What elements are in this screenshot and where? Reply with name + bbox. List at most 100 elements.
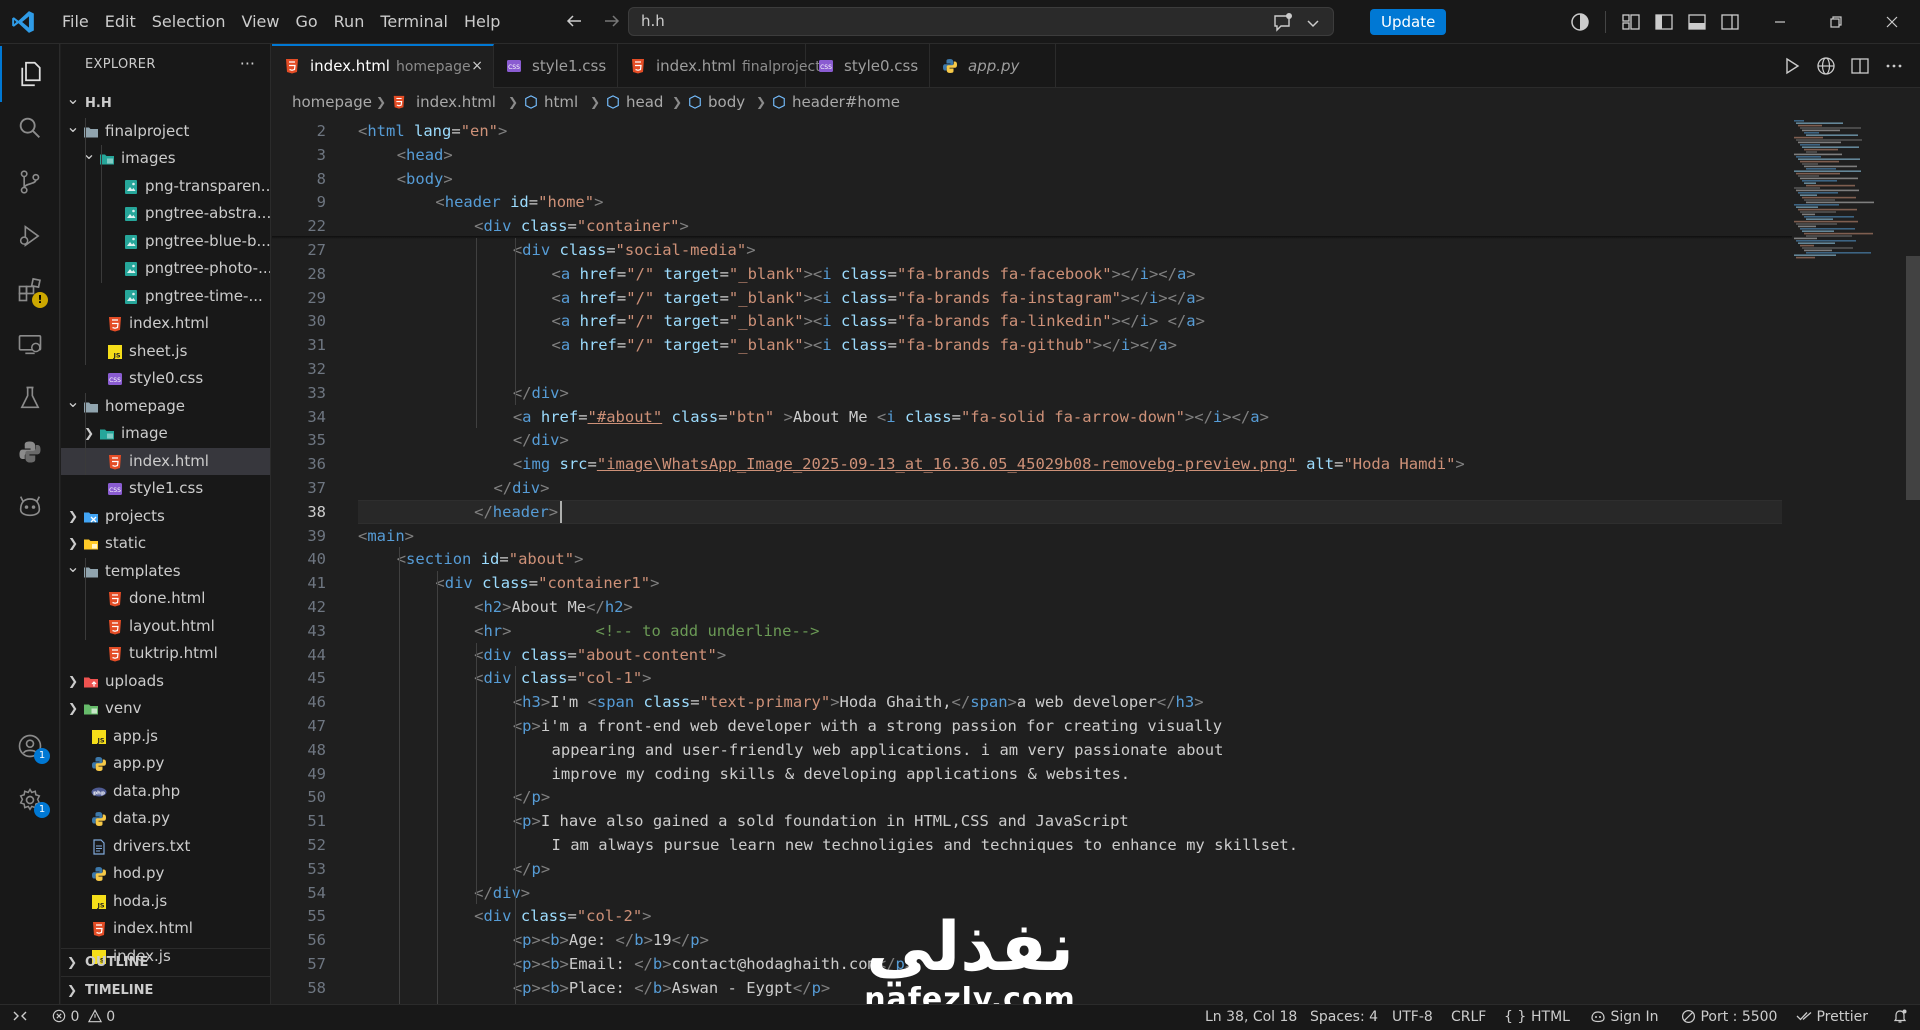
breadcrumb-header-home[interactable]: header#home	[792, 88, 900, 116]
activity-search[interactable]	[0, 100, 60, 156]
activity-source-control[interactable]	[0, 154, 60, 210]
encoding[interactable]: UTF-8	[1392, 1005, 1433, 1030]
toggle-panel-icon[interactable]	[1685, 10, 1709, 34]
chevron-down-icon[interactable]	[1301, 11, 1325, 35]
menu-file[interactable]: File	[54, 0, 97, 44]
activity-run-debug[interactable]	[0, 208, 60, 264]
tab-index-html[interactable]: index.html finalproject	[618, 44, 821, 88]
activity-extensions[interactable]: !	[0, 262, 60, 318]
indentation[interactable]: Spaces: 4	[1310, 1005, 1378, 1030]
toggle-secondary-sidebar-icon[interactable]	[1718, 10, 1742, 34]
tree-item[interactable]: ❯ uploads	[61, 668, 270, 696]
tab-style1-css[interactable]: CSS style1.css	[494, 44, 618, 88]
tree-item[interactable]: png-transparen...	[61, 173, 270, 201]
tree-item[interactable]: layout.html	[61, 613, 270, 641]
tree-item[interactable]: JS sheet.js	[61, 338, 270, 366]
notifications-button[interactable]	[1892, 1005, 1908, 1030]
tree-item[interactable]: ❯ static	[61, 530, 270, 558]
update-button[interactable]: Update	[1370, 9, 1447, 35]
tree-item[interactable]: done.html	[61, 585, 270, 613]
open-preview-globe-icon[interactable]	[1814, 54, 1838, 78]
menu-go[interactable]: Go	[287, 0, 325, 44]
tree-item[interactable]: index.html	[61, 310, 270, 338]
copilot-status-icon[interactable]	[1568, 10, 1592, 34]
close-window-button[interactable]	[1864, 0, 1920, 44]
activity-copilot[interactable]	[0, 478, 60, 534]
tab-style0-css[interactable]: CSS style0.css	[806, 44, 930, 88]
split-editor-icon[interactable]	[1848, 54, 1872, 78]
tree-item[interactable]: ❯ projects	[61, 503, 270, 531]
editor-scrollbar-thumb[interactable]	[1906, 256, 1920, 500]
tree-item[interactable]: CSS style0.css	[61, 365, 270, 393]
toggle-primary-sidebar-icon[interactable]	[1652, 10, 1676, 34]
tree-item[interactable]: JS app.js	[61, 723, 270, 751]
tree-root-folder[interactable]: ⌄ H.H	[61, 90, 270, 118]
menu-selection[interactable]: Selection	[144, 0, 234, 44]
tree-item[interactable]: ⌄ homepage	[61, 393, 270, 421]
breadcrumb-html[interactable]: html	[544, 88, 578, 116]
tree-item[interactable]: app.py	[61, 750, 270, 778]
tree-item[interactable]: pngtree-blue-b...	[61, 228, 270, 256]
explorer-more-button[interactable]: ···	[240, 54, 255, 73]
cursor-position[interactable]: Ln 38, Col 18	[1205, 1005, 1297, 1030]
live-server-port[interactable]: Port : 5500	[1681, 1005, 1777, 1030]
tree-item[interactable]: pngtree-photo-...	[61, 255, 270, 283]
activity-testing[interactable]	[0, 370, 60, 426]
editor-scrollbar[interactable]	[1906, 116, 1920, 1004]
menu-help[interactable]: Help	[456, 0, 508, 44]
menu-edit[interactable]: Edit	[97, 0, 144, 44]
customize-layout-icon[interactable]	[1619, 10, 1643, 34]
outline-section-header[interactable]: ❯ OUTLINE	[61, 948, 270, 976]
tree-item[interactable]: CSS style1.css	[61, 475, 270, 503]
close-tab-icon[interactable]: ×	[471, 46, 483, 86]
sign-in[interactable]: Sign In	[1590, 1005, 1658, 1030]
tree-item[interactable]: ⌄ finalproject	[61, 118, 270, 146]
tree-item[interactable]: pngtree-abstra...	[61, 200, 270, 228]
tree-item[interactable]: data.py	[61, 805, 270, 833]
chat-icon[interactable]	[1271, 11, 1295, 35]
code-bracket: >	[820, 978, 831, 997]
tree-item[interactable]: ❯ image	[61, 420, 270, 448]
tree-item[interactable]: php data.php	[61, 778, 270, 806]
prettier-status[interactable]: Prettier	[1796, 1005, 1868, 1030]
tab-index-html[interactable]: index.html homepage ×	[272, 44, 494, 88]
minimize-button[interactable]	[1752, 0, 1808, 44]
tree-item[interactable]: pngtree-time-...	[61, 283, 270, 311]
activity-explorer[interactable]	[0, 46, 60, 102]
back-arrow-icon[interactable]	[562, 9, 586, 33]
remote-indicator[interactable]	[12, 1005, 28, 1030]
activity-accounts[interactable]: 1	[0, 718, 60, 774]
tree-item[interactable]: ⌄ templates	[61, 558, 270, 586]
activity-python[interactable]	[0, 424, 60, 480]
end-of-line[interactable]: CRLF	[1451, 1005, 1486, 1030]
code-editor[interactable]: 2 <html lang="en"> 3 <head> 8 <body> 9 <header …	[272, 116, 1920, 1004]
restore-button[interactable]	[1808, 0, 1864, 44]
tree-item[interactable]: index.html	[61, 447, 270, 475]
breadcrumb-homepage[interactable]: homepage	[292, 88, 372, 116]
tree-item[interactable]: hod.py	[61, 860, 270, 888]
minimap[interactable]	[1790, 116, 1906, 1004]
breadcrumb-head[interactable]: head	[626, 88, 663, 116]
forward-arrow-icon[interactable]	[600, 9, 624, 33]
language-braces-icon[interactable]: { }	[1504, 1005, 1526, 1030]
breadcrumb-index-html[interactable]: index.html	[416, 88, 496, 116]
tree-item[interactable]: JS hoda.js	[61, 888, 270, 916]
activity-manage[interactable]: 1	[0, 772, 60, 828]
more-actions-icon[interactable]	[1882, 54, 1906, 78]
tree-item[interactable]: drivers.txt	[61, 833, 270, 861]
command-center-search[interactable]: h.h	[628, 7, 1334, 36]
tab-app-py[interactable]: app.py	[930, 44, 1056, 88]
activity-remote-explorer[interactable]	[0, 316, 60, 372]
menu-run[interactable]: Run	[326, 0, 373, 44]
tree-item[interactable]: ❯ venv	[61, 695, 270, 723]
run-icon[interactable]	[1780, 54, 1804, 78]
menu-terminal[interactable]: Terminal	[372, 0, 456, 44]
menu-view[interactable]: View	[234, 0, 288, 44]
tree-item[interactable]: index.html	[61, 915, 270, 943]
problems-indicator[interactable]: 0 0	[52, 1005, 115, 1030]
tree-item[interactable]: ⌄ images	[61, 145, 270, 173]
language-mode[interactable]: HTML	[1531, 1005, 1570, 1030]
timeline-section-header[interactable]: ❯ TIMELINE	[61, 976, 270, 1004]
tree-item[interactable]: tuktrip.html	[61, 640, 270, 668]
breadcrumb-body[interactable]: body	[708, 88, 745, 116]
